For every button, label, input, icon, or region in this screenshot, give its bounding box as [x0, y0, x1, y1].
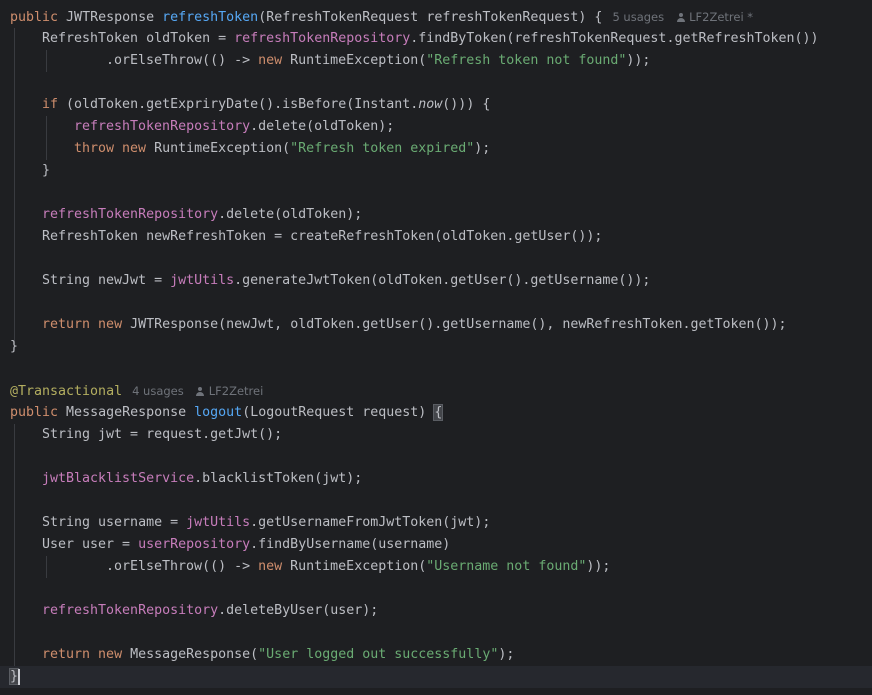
code-text: ));	[586, 559, 611, 574]
author-hint[interactable]: LF2Zetrei *	[689, 10, 753, 24]
code-text: .orElseThrow(() ->	[106, 559, 259, 574]
code-text: User user =	[42, 537, 139, 552]
code-line: String jwt = request.getJwt();	[42, 424, 282, 446]
field-ref: refreshTokenRepository	[74, 119, 251, 134]
author-icon	[676, 13, 685, 22]
code-text: .getUsernameFromJwtToken(jwt);	[250, 515, 491, 530]
matched-brace: {	[433, 404, 444, 421]
code-line: .orElseThrow(() -> new RuntimeException(…	[106, 556, 610, 578]
code-text: .generateJwtToken(oldToken.getUser().get…	[234, 273, 651, 288]
code-line: return new JWTResponse(newJwt, oldToken.…	[42, 314, 787, 336]
current-line[interactable]: }	[0, 666, 872, 688]
code-line: public JWTResponse refreshToken(RefreshT…	[10, 6, 753, 28]
keyword: new	[90, 647, 123, 662]
keyword: return	[42, 317, 91, 332]
code-line: throw new RuntimeException("Refresh toke…	[74, 138, 490, 160]
author-hint[interactable]: LF2Zetrei	[209, 384, 264, 398]
annotation: @Transactional	[10, 384, 123, 399]
code-line: User user = userRepository.findByUsernam…	[42, 534, 450, 556]
string-literal: "Username not found"	[426, 559, 587, 574]
code-text: RuntimeException(	[146, 141, 291, 156]
code-line: RefreshToken oldToken = refreshTokenRepo…	[42, 28, 819, 50]
code-line: if (oldToken.getExpriryDate().isBefore(I…	[42, 94, 490, 116]
code-line: jwtBlacklistService.blacklistToken(jwt);	[42, 468, 362, 490]
usages-hint[interactable]: 5 usages	[612, 10, 664, 24]
code-text: .findByUsername(username)	[250, 537, 451, 552]
string-literal: "Refresh token expired"	[290, 141, 475, 156]
code-text: now	[418, 97, 443, 112]
text-cursor	[18, 669, 20, 685]
code-text: (oldToken.getExpriryDate().isBefore(Inst…	[58, 97, 419, 112]
code-text: String jwt = request.getJwt();	[42, 427, 283, 442]
code-text: );	[474, 141, 491, 156]
code-text: String username =	[42, 515, 187, 530]
code-text: .orElseThrow(() ->	[106, 53, 259, 68]
method-params: (LogoutRequest request)	[242, 405, 435, 420]
indent-guide	[46, 556, 47, 578]
indent-guide	[46, 50, 47, 72]
code-text: JWTResponse(newJwt, oldToken.getUser().g…	[122, 317, 787, 332]
usages-hint[interactable]: 4 usages	[132, 384, 184, 398]
field-ref: jwtUtils	[186, 515, 251, 530]
code-line: refreshTokenRepository.delete(oldToken);	[74, 116, 394, 138]
field-ref: jwtUtils	[170, 273, 235, 288]
string-literal: "User logged out successfully"	[258, 647, 499, 662]
code-text: RuntimeException(	[282, 53, 427, 68]
code-text: );	[498, 647, 515, 662]
field-ref: refreshTokenRepository	[234, 31, 411, 46]
field-ref: jwtBlacklistService	[42, 471, 195, 486]
keyword: throw	[74, 141, 115, 156]
code-line: String username = jwtUtils.getUsernameFr…	[42, 512, 490, 534]
keyword: new	[90, 317, 123, 332]
return-type: JWTResponse	[58, 10, 163, 25]
code-text: }	[10, 339, 19, 354]
code-line: .orElseThrow(() -> new RuntimeException(…	[106, 50, 650, 72]
code-text: ));	[626, 53, 651, 68]
code-line: RefreshToken newRefreshToken = createRef…	[42, 226, 602, 248]
method-name[interactable]: logout	[194, 405, 242, 420]
method-name[interactable]: refreshToken	[162, 10, 258, 25]
code-line: }	[10, 336, 18, 358]
code-text: }	[42, 163, 51, 178]
code-line: refreshTokenRepository.delete(oldToken);	[42, 204, 362, 226]
code-line: }	[42, 160, 50, 182]
code-line: String newJwt = jwtUtils.generateJwtToke…	[42, 270, 650, 292]
keyword: public	[10, 405, 59, 420]
code-line: refreshTokenRepository.deleteByUser(user…	[42, 600, 378, 622]
code-line: @Transactional 4 usages LF2Zetrei	[10, 380, 263, 402]
code-text: MessageResponse(	[122, 647, 259, 662]
code-text: RefreshToken newRefreshToken = createRef…	[42, 229, 603, 244]
code-line: return new MessageResponse("User logged …	[42, 644, 514, 666]
keyword: new	[258, 53, 283, 68]
code-text: .delete(oldToken);	[250, 119, 395, 134]
code-text: RefreshToken oldToken =	[42, 31, 235, 46]
code-text: RuntimeException(	[282, 559, 427, 574]
code-text: String newJwt =	[42, 273, 171, 288]
code-text: .findByToken(refreshTokenRequest.getRefr…	[410, 31, 819, 46]
code-line: public MessageResponse logout(LogoutRequ…	[10, 402, 444, 424]
string-literal: "Refresh token not found"	[426, 53, 627, 68]
field-ref: refreshTokenRepository	[42, 603, 219, 618]
indent-guide	[46, 116, 47, 160]
code-text: .blacklistToken(jwt);	[194, 471, 363, 486]
indent-guide	[14, 28, 15, 344]
keyword: if	[42, 97, 59, 112]
code-editor[interactable]: public JWTResponse refreshToken(RefreshT…	[0, 0, 872, 695]
return-type: MessageResponse	[58, 405, 195, 420]
matched-brace: }	[8, 668, 20, 685]
code-text: .delete(oldToken);	[218, 207, 363, 222]
indent-guide	[14, 424, 15, 666]
code-text: .deleteByUser(user);	[218, 603, 379, 618]
author-icon	[196, 387, 205, 396]
method-params: (RefreshTokenRequest refreshTokenRequest…	[258, 10, 603, 25]
field-ref: userRepository	[138, 537, 251, 552]
keyword: return	[42, 647, 91, 662]
keyword: new	[258, 559, 283, 574]
keyword: public	[10, 10, 59, 25]
code-text: ())) {	[442, 97, 491, 112]
field-ref: refreshTokenRepository	[42, 207, 219, 222]
keyword: new	[114, 141, 147, 156]
